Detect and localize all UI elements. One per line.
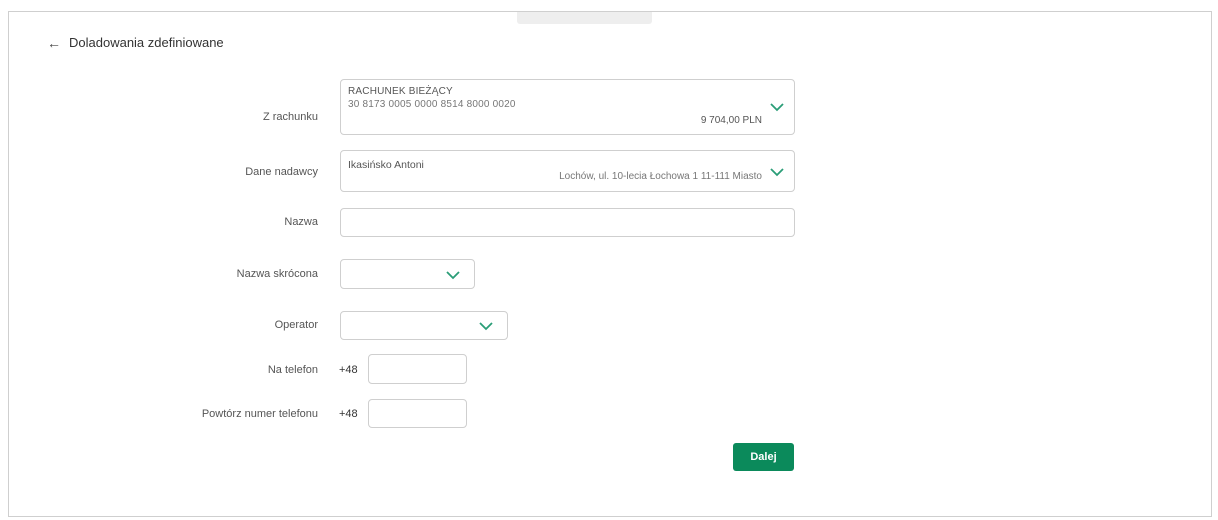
chevron-down-icon	[479, 321, 493, 331]
sender-label: Dane nadawcy	[245, 166, 318, 178]
account-balance: 9 704,00 PLN	[700, 115, 762, 126]
next-button[interactable]: Dalej	[733, 443, 794, 471]
chevron-down-icon	[770, 102, 784, 112]
phone-label: Na telefon	[267, 364, 318, 376]
back-link[interactable]: ← Doladowania zdefiniowane	[47, 35, 224, 50]
operator-select[interactable]	[340, 311, 508, 340]
account-number: 30 8173 0005 0000 8514 8000 0020	[348, 99, 516, 110]
phone-repeat-input[interactable]	[368, 399, 467, 428]
short-name-select[interactable]	[340, 259, 475, 289]
sender-address: Lochów, ul. 10-lecia Łochowa 1 11-111 Mi…	[559, 171, 762, 182]
phone-input[interactable]	[368, 354, 467, 384]
from-account-label: Z rachunku	[262, 111, 318, 123]
top-notch	[517, 12, 652, 24]
sender-select[interactable]: Ikasińsko Antoni Lochów, ul. 10-lecia Ło…	[340, 150, 795, 192]
sender-name: Ikasińsko Antoni	[348, 159, 424, 171]
page-title: Doladowania zdefiniowane	[69, 35, 224, 50]
name-input[interactable]	[340, 208, 795, 237]
chevron-down-icon	[446, 270, 460, 280]
arrow-left-icon: ←	[47, 34, 61, 51]
phone-repeat-prefix: +48	[339, 408, 358, 420]
name-label: Nazwa	[284, 216, 318, 228]
phone-prefix: +48	[339, 364, 358, 376]
chevron-down-icon	[770, 167, 784, 177]
account-name: RACHUNEK BIEŻĄCY	[348, 86, 453, 97]
from-account-select[interactable]: RACHUNEK BIEŻĄCY 30 8173 0005 0000 8514 …	[340, 79, 795, 135]
operator-label: Operator	[274, 319, 318, 331]
short-name-label: Nazwa skrócona	[236, 268, 318, 280]
phone-repeat-label: Powtórz numer telefonu	[201, 408, 318, 420]
